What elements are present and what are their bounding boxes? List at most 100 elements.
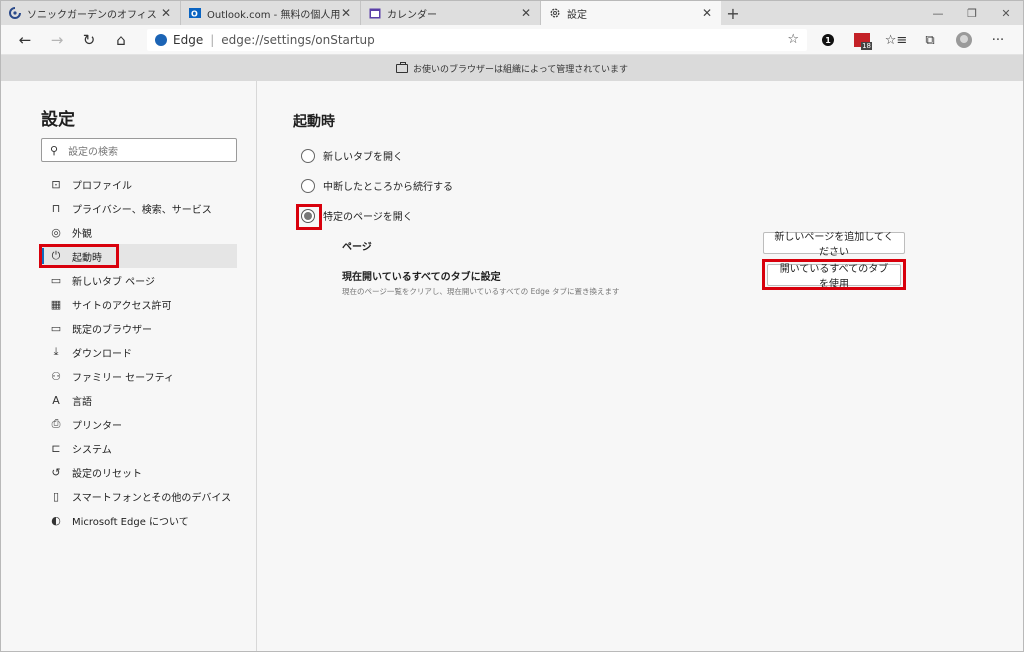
set-current-tabs-description: 現在のページ一覧をクリアし、現在開いているすべての Edge タブに置き換えます [342,287,620,296]
radio-button[interactable] [301,148,315,163]
sidebar-item-site-permissions[interactable]: ▦ サイトのアクセス許可 [41,292,237,316]
radio-button[interactable] [301,178,315,193]
more-menu-icon[interactable]: ··· [981,28,1015,52]
pages-label: ページ [342,242,372,253]
palette-icon: ◎ [51,225,61,239]
sidebar-item-label: プリンター [72,420,122,432]
sidebar-title: 設定 [41,110,75,130]
star-icon[interactable]: ☆ [787,32,799,47]
tab-strip: ソニックガーデンのオフィス ✕ O Outlook.com - 無料の個人用メー… [1,1,1023,25]
extension-onepassword-icon[interactable]: 1 [811,28,845,52]
outlook-icon: O [189,7,201,19]
sidebar-item-profile[interactable]: ⊡ プロファイル [41,172,237,196]
sidebar-item-label: 新しいタブ ページ [72,276,155,288]
browser-window: ソニックガーデンのオフィス ✕ O Outlook.com - 無料の個人用メー… [0,0,1024,652]
toolbar-right-icons: 1 18 ☆≡ ⧉ ··· [811,28,1015,52]
sidebar-item-reset[interactable]: ↺ 設定のリセット [41,460,237,484]
settings-search-input[interactable]: ⚲ 設定の検索 [41,138,237,162]
tab-title: 設定 [567,9,587,21]
sidebar-item-label: プライバシー、検索、サービス [72,204,212,216]
profile-avatar[interactable] [947,28,981,52]
highlight-box [762,259,906,290]
settings-main: 起動時 新しいタブを開く 中断したところから続行する 特定のページを開く ページ… [257,81,1023,651]
close-icon[interactable]: ✕ [701,6,713,20]
gear-icon [549,7,561,19]
page-title: 起動時 [293,114,335,130]
sidebar-item-label: プロファイル [72,180,132,192]
remotty-icon [9,7,21,19]
sidebar-item-downloads[interactable]: ⤓ ダウンロード [41,340,237,364]
tab-title: カレンダー [387,9,437,21]
notification-badge: 1 [822,34,834,46]
minimize-icon[interactable]: — [921,1,955,25]
language-icon: A [52,393,60,407]
sidebar-item-languages[interactable]: A 言語 [41,388,237,412]
sidebar-item-family-safety[interactable]: ⚇ ファミリー セーフティ [41,364,237,388]
sidebar-item-privacy[interactable]: ⊓ プライバシー、検索、サービス [41,196,237,220]
radio-button-checked[interactable] [296,203,322,230]
forward-arrow-icon[interactable]: → [41,27,73,53]
restore-icon[interactable]: ❐ [955,1,989,25]
sidebar-item-appearance[interactable]: ◎ 外観 [41,220,237,244]
option-continue[interactable]: 中断したところから続行する [301,178,453,193]
new-tab-button[interactable]: + [721,1,745,25]
option-open-specific-pages[interactable]: 特定のページを開く [296,203,413,230]
tab-sonicgarden[interactable]: ソニックガーデンのオフィス ✕ [1,1,181,25]
favorites-icon[interactable]: ☆≡ [879,28,913,52]
option-open-new-tab[interactable]: 新しいタブを開く [301,148,403,163]
tab-settings[interactable]: 設定 ✕ [541,1,721,25]
svg-text:O: O [191,10,198,19]
settings-sidebar: 設定 ⚲ 設定の検索 ⊡ プロファイル ⊓ プライバシー、検索、サービス ◎ 外観 ⏻… [1,81,257,651]
edge-icon [155,34,167,46]
collections-icon[interactable]: ⧉ [913,28,947,52]
calendar-icon [369,7,381,19]
separator: | [210,33,215,47]
lock-icon: ⊓ [51,201,61,215]
close-window-icon[interactable]: ✕ [989,1,1023,25]
profile-icon: ⊡ [51,177,61,191]
sidebar-item-label: システム [72,444,112,456]
printer-icon: ⎙ [51,417,61,430]
sidebar-item-label: 言語 [72,396,92,408]
refresh-icon[interactable]: ↻ [73,27,105,53]
sidebar-item-devices[interactable]: ▯ スマートフォンとその他のデバイス [41,484,237,508]
calendar-day-badge: 18 [861,42,872,50]
sidebar-item-label: スマートフォンとその他のデバイス [72,492,232,504]
tab-title: ソニックガーデンのオフィス [27,9,157,21]
search-placeholder: 設定の検索 [68,146,119,158]
window-controls: — ❐ ✕ [921,1,1023,25]
sidebar-item-label: ダウンロード [72,348,132,360]
option-label: 新しいタブを開く [323,152,403,163]
back-arrow-icon[interactable]: ← [9,27,41,53]
add-page-button[interactable]: 新しいページを追加してください [763,232,905,258]
extension-calendar-icon[interactable]: 18 [845,28,879,52]
sidebar-item-label: ファミリー セーフティ [72,372,174,384]
sidebar-item-label: 既定のブラウザー [72,324,152,336]
sidebar-item-label: 設定のリセット [72,468,142,480]
close-icon[interactable]: ✕ [340,6,352,20]
phone-icon: ▯ [52,489,60,503]
settings-nav: ⊡ プロファイル ⊓ プライバシー、検索、サービス ◎ 外観 ⏻ 起動時 ▭ 新しいタブ … [39,172,237,532]
sidebar-item-on-startup[interactable]: ⏻ 起動時 [39,244,237,268]
sidebar-item-system[interactable]: ⊏ システム [41,436,237,460]
download-icon: ⤓ [53,345,59,358]
avatar [956,32,972,48]
address-bar[interactable]: Edge | edge://settings/onStartup ☆ [147,29,807,51]
toolbar: ← → ↻ ⌂ Edge | edge://settings/onStartup… [1,25,1023,55]
managed-notice-bar: お使いのブラウザーは組織によって管理されています [1,55,1023,81]
tab-calendar[interactable]: カレンダー ✕ [361,1,541,25]
family-icon: ⚇ [51,369,61,383]
url-text: edge://settings/onStartup [221,33,375,47]
laptop-icon: ⊏ [51,441,61,455]
home-icon[interactable]: ⌂ [105,27,137,53]
close-icon[interactable]: ✕ [160,6,172,20]
search-icon: ⚲ [50,143,59,157]
sidebar-item-label: サイトのアクセス許可 [72,300,172,312]
managed-notice-text: お使いのブラウザーは組織によって管理されています [412,64,628,75]
sidebar-item-about[interactable]: ◐ Microsoft Edge について [41,508,237,532]
close-icon[interactable]: ✕ [520,6,532,20]
sidebar-item-default-browser[interactable]: ▭ 既定のブラウザー [41,316,237,340]
sidebar-item-printers[interactable]: ⎙ プリンター [41,412,237,436]
tab-outlook[interactable]: O Outlook.com - 無料の個人用メール ✕ [181,1,361,25]
sidebar-item-new-tab[interactable]: ▭ 新しいタブ ページ [41,268,237,292]
